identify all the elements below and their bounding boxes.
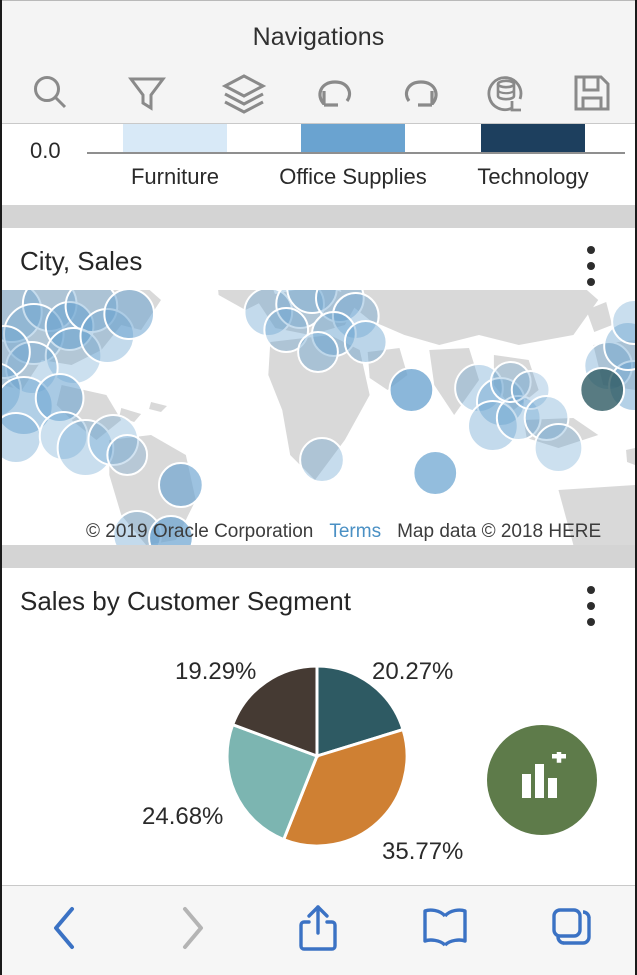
pie-visualization[interactable]: 20.27% 35.77% 24.68% 19.29% [2,638,635,860]
bookmarks-button[interactable] [382,886,509,975]
map-visualization[interactable]: © 2019 Oracle Corporation Terms Map data ©… [2,290,635,545]
back-button[interactable] [2,886,129,975]
pie-label-3: 24.68% [142,803,224,830]
search-button[interactable] [2,64,99,122]
bar-chart-axis-line [87,152,625,154]
bar-chart-category-labels: Furniture Office Supplies Technology [2,164,635,198]
bar-technology[interactable] [481,124,585,153]
add-visualization-button[interactable] [487,725,597,835]
share-button[interactable] [255,886,382,975]
book-icon [420,906,470,955]
search-icon [28,71,72,115]
redo-icon [397,71,445,115]
pie-card-title: Sales by Customer Segment [20,586,351,616]
refresh-data-button[interactable] [464,64,550,122]
undo-icon [311,71,359,115]
app-screen: Navigations 0.0 Furniture Office Supplie… [0,0,637,975]
chevron-right-icon [175,904,209,957]
tabs-button[interactable] [508,886,635,975]
map-terms-link[interactable]: Terms [329,521,381,543]
pie-label-4: 19.29% [175,658,257,685]
filter-button[interactable] [99,64,196,122]
bar-chart-axis-min-label: 0.0 [30,138,61,163]
save-button[interactable] [549,64,635,122]
save-icon [570,71,614,115]
tabs-icon [549,905,595,956]
bar-chart-bars [2,124,635,153]
filter-icon [125,71,169,115]
kebab-menu-icon [587,586,595,594]
chevron-left-icon [48,904,82,957]
kebab-menu-icon [587,246,595,254]
bar-chart-clipped[interactable]: 0.0 Furniture Office Supplies Technology [2,124,635,205]
map-card-header: City, Sales [2,228,635,298]
map-copyright: © 2019 Oracle Corporation [86,521,314,542]
share-icon [297,903,339,958]
bar-office-supplies[interactable] [301,124,405,153]
refresh-data-icon [482,69,530,117]
bar-chart-label-furniture: Furniture [130,164,220,189]
nav-header: Navigations [2,0,635,124]
forward-button[interactable] [129,886,256,975]
browser-toolbar [2,885,635,975]
pie-card-header: Sales by Customer Segment [2,568,635,638]
undo-button[interactable] [292,64,378,122]
pie-card-menu-button[interactable] [587,586,595,626]
bar-chart-label-technology: Technology [477,164,589,189]
map-card-menu-button[interactable] [587,246,595,286]
map-data-credit: Map data © 2018 HERE [397,521,602,542]
pie-label-1: 20.27% [372,658,454,685]
redo-button[interactable] [378,64,464,122]
map-attribution: © 2019 Oracle Corporation Terms Map data ©… [2,521,635,543]
pie-label-2: 35.77% [382,838,464,860]
bar-chart-label-office-supplies: Office Supplies [279,164,427,189]
page-title: Navigations [252,23,385,51]
map-card-title: City, Sales [20,246,143,276]
world-map-svg [2,290,635,545]
add-chart-icon [514,749,570,809]
section-divider-1 [2,205,635,228]
nav-toolbar [2,63,635,123]
layers-button[interactable] [195,64,292,122]
section-divider-2 [2,545,635,568]
bar-furniture[interactable] [123,124,227,153]
layers-icon [221,71,267,115]
